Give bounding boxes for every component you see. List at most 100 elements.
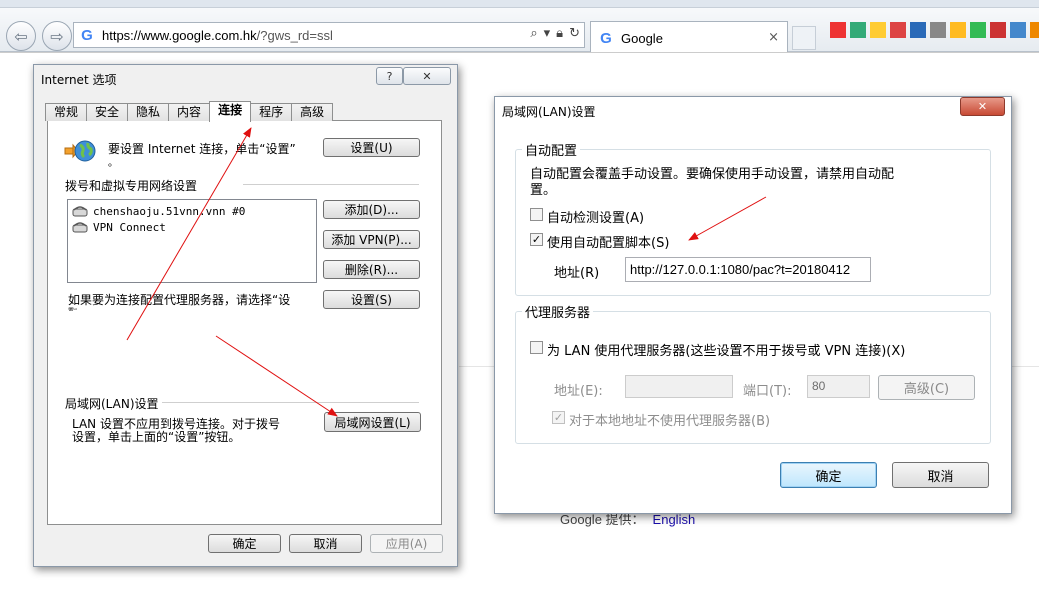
list-item[interactable]: chenshaoju.51vnn.vnn #0 bbox=[72, 203, 245, 219]
proxy-hint-cont: 置”。 bbox=[68, 306, 83, 311]
lan-divider bbox=[162, 402, 419, 403]
internet-options-title: Internet 选项 bbox=[41, 73, 117, 87]
io-tab-strip: 常规 安全 隐私 内容 连接 程序 高级 bbox=[45, 101, 334, 122]
checkmark-icon: ✓ bbox=[553, 411, 564, 424]
tab-programs[interactable]: 程序 bbox=[250, 103, 293, 121]
search-icon[interactable]: ⌕ bbox=[530, 26, 537, 41]
address-url-host: https://www.google.com.hk bbox=[102, 27, 257, 43]
address-url: https://www.google.com.hk/?gws_rd=ssl bbox=[102, 28, 333, 43]
connection-name: chenshaoju.51vnn.vnn #0 bbox=[93, 204, 246, 218]
lan-close-button[interactable]: ✕ bbox=[960, 97, 1005, 116]
close-icon: ✕ bbox=[422, 69, 432, 83]
lan-heading: 局域网(LAN)设置 bbox=[65, 397, 159, 411]
proxy-hint: 如果要为连接配置代理服务器，请选择“设 bbox=[68, 293, 291, 307]
tab-content[interactable]: 内容 bbox=[168, 103, 211, 121]
fav-icon-8[interactable] bbox=[970, 22, 986, 38]
new-tab-button[interactable] bbox=[792, 26, 816, 50]
close-icon: ✕ bbox=[977, 100, 988, 113]
auto-config-desc-line1: 自动配置会覆盖手动设置。要确保使用手动设置，请禁用自动配 bbox=[530, 167, 895, 182]
advanced-button[interactable]: 高级(C) bbox=[878, 375, 975, 400]
fav-icon-10[interactable] bbox=[1010, 22, 1026, 38]
lan-description-line2: 设置，单击上面的“设置”按钮。 bbox=[72, 430, 241, 444]
help-button[interactable]: ? bbox=[376, 67, 403, 85]
help-icon: ? bbox=[386, 69, 393, 83]
address-bar[interactable]: G https://www.google.com.hk/?gws_rd=ssl … bbox=[73, 22, 585, 48]
fav-icon-2[interactable] bbox=[850, 22, 866, 38]
fav-icon-5[interactable] bbox=[910, 22, 926, 38]
io-ok-button[interactable]: 确定 bbox=[208, 534, 281, 553]
fav-icon-9[interactable] bbox=[990, 22, 1006, 38]
settings-button[interactable]: 设置(S) bbox=[323, 290, 420, 309]
phone-icon bbox=[72, 206, 88, 217]
phone-icon bbox=[72, 222, 88, 233]
port-label: 端口(T): bbox=[743, 384, 792, 399]
footer-label: Google 提供： bbox=[560, 512, 645, 527]
favorites-toolbar-icons bbox=[830, 22, 1039, 38]
use-proxy-checkbox[interactable] bbox=[530, 341, 543, 354]
tab-connections[interactable]: 连接 bbox=[209, 101, 252, 122]
add-vpn-button[interactable]: 添加 VPN(P)... bbox=[323, 230, 420, 249]
browser-toolbar: ⇦ ⇨ G https://www.google.com.hk/?gws_rd=… bbox=[0, 8, 1039, 55]
proxy-address-label: 地址(E): bbox=[554, 384, 603, 399]
lock-icon[interactable]: 🔒︎ bbox=[556, 26, 563, 41]
bypass-local-checkbox[interactable]: ✓ bbox=[552, 411, 565, 424]
dialup-divider bbox=[243, 184, 419, 185]
lan-dialog-title: 局域网(LAN)设置 bbox=[502, 105, 596, 119]
tab-privacy[interactable]: 隐私 bbox=[127, 103, 170, 121]
port-input[interactable]: 80 bbox=[807, 375, 870, 398]
use-script-checkbox[interactable]: ✓ bbox=[530, 233, 543, 246]
forward-arrow-icon: ⇨ bbox=[50, 26, 64, 46]
connections-list[interactable]: chenshaoju.51vnn.vnn #0 VPN Connect bbox=[67, 199, 317, 283]
english-link[interactable]: English bbox=[653, 512, 696, 527]
fav-icon-4[interactable] bbox=[890, 22, 906, 38]
google-tab-favicon-icon: G bbox=[600, 30, 612, 47]
fav-icon-6[interactable] bbox=[930, 22, 946, 38]
script-address-input[interactable]: http://127.0.0.1:1080/pac?t=20180412 bbox=[625, 257, 871, 282]
use-script-label[interactable]: 使用自动配置脚本(S) bbox=[547, 232, 669, 251]
taskbar-strip bbox=[0, 0, 1039, 8]
script-address-label: 地址(R) bbox=[554, 266, 600, 281]
setup-description: 要设置 Internet 连接，单击“设置” bbox=[108, 142, 296, 156]
setup-description-cont: 。 bbox=[108, 158, 118, 169]
dropdown-icon[interactable]: ▾ bbox=[544, 26, 551, 41]
fav-icon-11[interactable] bbox=[1030, 22, 1039, 38]
refresh-icon[interactable]: ↻ bbox=[569, 26, 580, 41]
io-close-button[interactable]: ✕ bbox=[403, 67, 451, 85]
fav-icon-1[interactable] bbox=[830, 22, 846, 38]
lan-cancel-button[interactable]: 取消 bbox=[892, 462, 989, 488]
forward-button[interactable]: ⇨ bbox=[42, 21, 72, 51]
back-button[interactable]: ⇦ bbox=[6, 21, 36, 51]
browser-tab-google[interactable]: G Google × bbox=[590, 21, 788, 55]
list-item[interactable]: VPN Connect bbox=[72, 219, 166, 235]
dialup-heading: 拨号和虚拟专用网络设置 bbox=[65, 179, 198, 193]
proxy-server-title: 代理服务器 bbox=[522, 302, 594, 321]
fav-icon-3[interactable] bbox=[870, 22, 886, 38]
tab-advanced[interactable]: 高级 bbox=[291, 103, 334, 121]
connection-name: VPN Connect bbox=[93, 220, 166, 234]
auto-detect-label[interactable]: 自动检测设置(A) bbox=[547, 207, 644, 226]
setup-button[interactable]: 设置(U) bbox=[323, 138, 420, 157]
back-arrow-icon: ⇦ bbox=[14, 26, 28, 46]
globe-connection-icon bbox=[64, 140, 96, 162]
address-url-path: /?gws_rd=ssl bbox=[256, 27, 333, 43]
lan-settings-button[interactable]: 局域网设置(L) bbox=[324, 412, 421, 432]
tab-security[interactable]: 安全 bbox=[86, 103, 129, 121]
fav-icon-7[interactable] bbox=[950, 22, 966, 38]
proxy-address-input[interactable] bbox=[625, 375, 733, 398]
use-proxy-label[interactable]: 为 LAN 使用代理服务器(这些设置不用于拨号或 VPN 连接)(X) bbox=[547, 340, 905, 359]
remove-button[interactable]: 删除(R)... bbox=[323, 260, 420, 279]
io-apply-button[interactable]: 应用(A) bbox=[370, 534, 443, 553]
auto-config-title: 自动配置 bbox=[522, 140, 581, 159]
google-favicon-icon: G bbox=[81, 26, 93, 44]
add-button[interactable]: 添加(D)... bbox=[323, 200, 420, 219]
tab-close-icon[interactable]: × bbox=[768, 30, 779, 45]
bypass-local-label[interactable]: 对于本地地址不使用代理服务器(B) bbox=[569, 410, 770, 429]
lan-ok-button[interactable]: 确定 bbox=[780, 462, 877, 488]
checkmark-icon: ✓ bbox=[531, 233, 542, 246]
auto-detect-checkbox[interactable] bbox=[530, 208, 543, 221]
tab-title: Google bbox=[621, 31, 663, 46]
auto-config-desc-line2: 置。 bbox=[530, 183, 557, 198]
io-cancel-button[interactable]: 取消 bbox=[289, 534, 362, 553]
tab-general[interactable]: 常规 bbox=[45, 103, 88, 121]
address-tools: ⌕ ▾ 🔒︎ ↻ bbox=[530, 26, 580, 41]
